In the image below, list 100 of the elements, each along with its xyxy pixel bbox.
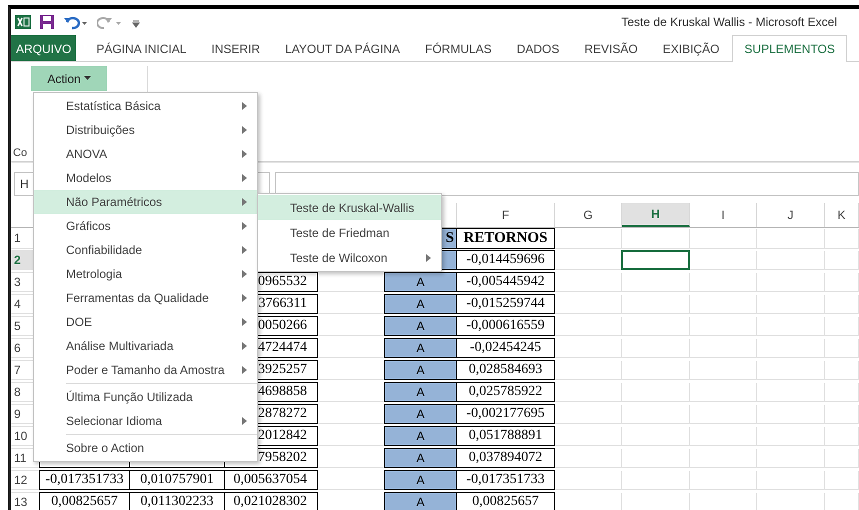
table-cell: 0,00825657 xyxy=(456,492,555,510)
column-header[interactable]: I xyxy=(690,203,757,227)
ribbon-tab[interactable]: REVISÃO xyxy=(572,35,650,61)
ribbon-tab[interactable]: DADOS xyxy=(504,35,572,61)
column-header[interactable]: H xyxy=(622,203,690,227)
empty-cell xyxy=(690,339,757,358)
empty-cell xyxy=(825,295,859,314)
table-cell: A xyxy=(384,492,457,510)
empty-cell xyxy=(757,427,825,446)
ribbon-tab[interactable]: SUPLEMENTOS xyxy=(732,35,847,62)
table-cell: -0,000616559 xyxy=(456,316,555,336)
empty-cell xyxy=(555,273,622,292)
row-header[interactable]: 12 xyxy=(11,471,40,490)
empty-cell xyxy=(690,273,757,292)
empty-cell xyxy=(825,405,859,424)
empty-cell xyxy=(825,449,859,468)
table-cell: -0,014459696 xyxy=(456,250,555,270)
ribbon-tab[interactable]: LAYOUT DA PÁGINA xyxy=(273,35,412,61)
empty-cell xyxy=(555,471,622,490)
empty-cell xyxy=(690,449,757,468)
column-header[interactable]: K xyxy=(825,203,859,227)
empty-cell xyxy=(825,273,859,292)
empty-cell xyxy=(690,427,757,446)
table-cell: A xyxy=(384,294,457,314)
table-cell: 0,010757901 xyxy=(129,470,225,490)
menu-item[interactable]: Modelos xyxy=(34,166,257,190)
table-cell: 0,028584693 xyxy=(456,360,555,380)
empty-cell xyxy=(757,295,825,314)
empty-cell xyxy=(555,405,622,424)
ribbon-tab[interactable]: INSERIR xyxy=(199,35,272,61)
empty-cell xyxy=(622,405,690,424)
empty-cell xyxy=(825,317,859,336)
empty-cell xyxy=(622,339,690,358)
empty-cell xyxy=(622,427,690,446)
empty-cell xyxy=(622,317,690,336)
empty-cell xyxy=(757,361,825,380)
window-title: Teste de Kruskal Wallis - Microsoft Excel xyxy=(621,15,837,29)
column-header[interactable]: F xyxy=(457,203,555,227)
empty-cell xyxy=(825,383,859,402)
ribbon-tab[interactable]: FÓRMULAS xyxy=(413,35,504,61)
table-cell: A xyxy=(384,316,457,336)
table-cell: 0,051788891 xyxy=(456,426,555,446)
caret-icon xyxy=(84,76,91,81)
table-cell: A xyxy=(384,404,457,424)
empty-cell xyxy=(825,251,859,270)
menu-item[interactable]: Distribuições xyxy=(34,118,257,142)
empty-cell xyxy=(555,317,622,336)
row-header[interactable]: 13 xyxy=(11,493,40,510)
empty-cell xyxy=(757,383,825,402)
table-cell: A xyxy=(384,360,457,380)
empty-cell xyxy=(757,339,825,358)
empty-cell xyxy=(622,273,690,292)
action-button[interactable]: Action xyxy=(31,66,107,91)
undo-icon[interactable] xyxy=(63,14,89,30)
table-cell: -0,017351733 xyxy=(456,470,555,490)
ribbon-tab[interactable]: PÁGINA INICIAL xyxy=(84,35,198,61)
empty-cell xyxy=(757,229,825,248)
empty-cell xyxy=(757,471,825,490)
empty-cell xyxy=(622,361,690,380)
empty-cell xyxy=(622,229,690,248)
menu-item[interactable]: Não Paramétricos xyxy=(34,190,257,214)
table-cell: A xyxy=(384,426,457,446)
menu-item[interactable]: Teste de Kruskal-Wallis xyxy=(258,195,441,220)
empty-cell xyxy=(757,317,825,336)
table-cell: 0,037894072 xyxy=(456,448,555,468)
empty-cell xyxy=(757,273,825,292)
empty-cell xyxy=(825,361,859,380)
empty-cell xyxy=(825,339,859,358)
menu-item[interactable]: Estatística Básica xyxy=(34,94,257,118)
table-cell: -0,017351733 xyxy=(39,470,130,490)
empty-cell xyxy=(555,361,622,380)
empty-cell xyxy=(622,449,690,468)
table-cell: 0,021028302 xyxy=(224,492,318,510)
table-cell: RETORNOS xyxy=(456,228,555,248)
empty-cell xyxy=(825,427,859,446)
empty-cell xyxy=(690,317,757,336)
excel-icon[interactable] xyxy=(15,14,31,30)
empty-cell xyxy=(690,251,757,270)
table-cell: -0,002177695 xyxy=(456,404,555,424)
empty-cell xyxy=(690,383,757,402)
table-cell: A xyxy=(384,338,457,358)
ribbon-tab[interactable]: EXIBIÇÃO xyxy=(650,35,732,61)
column-header[interactable]: J xyxy=(757,203,825,227)
empty-cell xyxy=(555,427,622,446)
ribbon-tab[interactable]: ARQUIVO xyxy=(11,35,76,61)
group-label: Co xyxy=(13,147,28,159)
empty-cell xyxy=(555,383,622,402)
table-cell: A xyxy=(384,272,457,292)
empty-cell xyxy=(825,229,859,248)
save-icon[interactable] xyxy=(39,14,55,30)
empty-cell xyxy=(757,405,825,424)
menu-item[interactable]: ANOVA xyxy=(34,142,257,166)
table-cell: 0,005637054 xyxy=(224,470,318,490)
empty-cell xyxy=(690,361,757,380)
table-cell: 0,025785922 xyxy=(456,382,555,402)
table-cell: 0,011302233 xyxy=(129,492,225,510)
table-cell: A xyxy=(384,470,457,490)
empty-cell xyxy=(825,471,859,490)
empty-cell xyxy=(757,449,825,468)
empty-cell xyxy=(757,251,825,270)
